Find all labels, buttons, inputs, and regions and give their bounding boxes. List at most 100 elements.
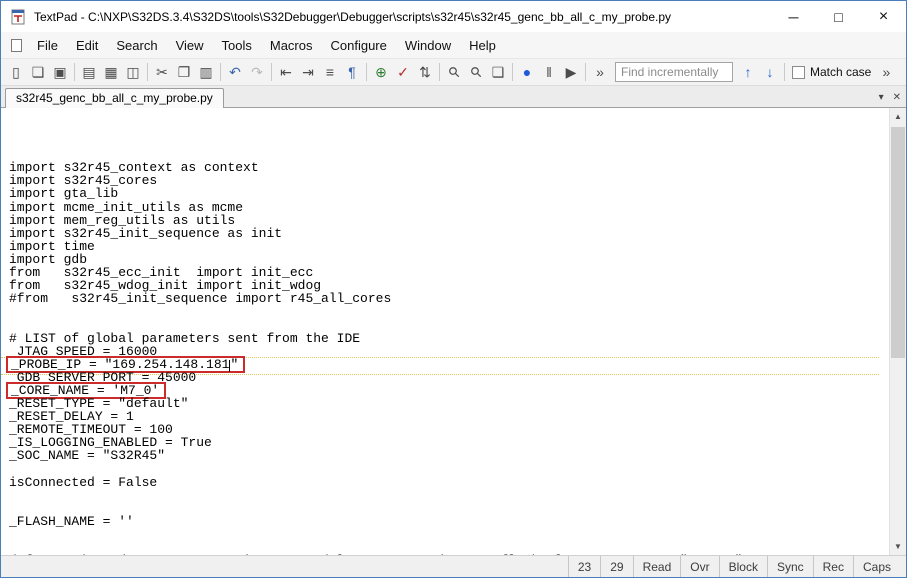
save-icon[interactable]: ▣ <box>49 61 71 83</box>
menu-item-macros[interactable]: Macros <box>261 34 322 57</box>
toolbar-separator <box>784 63 785 81</box>
match-case-checkbox[interactable] <box>792 65 805 79</box>
tab-bar-controls: ▾ ✕ <box>879 92 901 103</box>
toolbar-overflow-right-icon[interactable]: » <box>875 61 897 83</box>
scroll-up-icon[interactable]: ▲ <box>890 108 906 125</box>
paste-icon[interactable]: ▥ <box>195 61 217 83</box>
tab-list-dropdown-icon[interactable]: ▾ <box>879 92 884 103</box>
find-incrementally-input[interactable] <box>615 62 733 82</box>
toolbar-separator <box>512 63 513 81</box>
reformat-icon[interactable]: ≡ <box>319 61 341 83</box>
toolbar-separator <box>74 63 75 81</box>
spell-check-icon[interactable]: ✓ <box>392 61 414 83</box>
code-line: _RESET_TYPE = "default" <box>9 395 189 411</box>
menu-item-configure[interactable]: Configure <box>322 34 396 57</box>
match-case-label: Match case <box>810 65 872 79</box>
toolbar-separator <box>271 63 272 81</box>
record-macro-icon[interactable]: ● <box>516 61 538 83</box>
scroll-thumb[interactable] <box>891 127 905 359</box>
code-line: import s32r45_cores <box>9 173 158 189</box>
redo-icon[interactable]: ↷ <box>246 61 268 83</box>
code-line: # LIST of global parameters sent from th… <box>9 330 361 346</box>
title-bar[interactable]: TextPad - C:\NXP\S32DS.3.4\S32DS\tools\S… <box>1 1 906 32</box>
toolbar-separator <box>585 63 586 81</box>
scroll-down-icon[interactable]: ▼ <box>890 538 906 555</box>
window-controls: ─ □ × <box>771 1 906 32</box>
textpad-app-icon <box>10 9 26 25</box>
toolbar: ▯❏▣▤▦◫✂❐▥↶↷⇤⇥≡¶⊕✓⇅⚲⚲❏●‖▶»↑↓Match case» <box>1 58 906 86</box>
tab-s32r45-file[interactable]: s32r45_genc_bb_all_c_my_probe.py <box>5 88 224 108</box>
tab-close-icon[interactable]: ✕ <box>893 92 901 103</box>
menu-bar: File Edit Search View Tools Macros Configure Wi… <box>1 32 906 58</box>
play-macro-icon[interactable]: ▶ <box>560 61 582 83</box>
vertical-scrollbar[interactable]: ▲ ▼ <box>889 108 906 555</box>
maximize-button[interactable]: □ <box>816 1 861 32</box>
status-cell-sync[interactable]: Sync <box>766 556 813 577</box>
scroll-track[interactable] <box>890 125 906 538</box>
stop-macro-icon[interactable]: ‖ <box>538 61 560 83</box>
toolbar-separator <box>147 63 148 81</box>
textpad-window: TextPad - C:\NXP\S32DS.3.4\S32DS\tools\S… <box>0 0 907 578</box>
code-area[interactable]: import s32r45_context as context import s… <box>1 108 889 555</box>
open-file-icon[interactable]: ❏ <box>27 61 49 83</box>
editor-area: import s32r45_context as context import s… <box>1 108 906 555</box>
menu-item-search[interactable]: Search <box>107 34 166 57</box>
status-cell-29: 29 <box>600 556 632 577</box>
window-title: TextPad - C:\NXP\S32DS.3.4\S32DS\tools\S… <box>34 9 672 24</box>
code-line: _CORE_NAME = 'M7_0' <box>6 381 889 399</box>
tab-label: s32r45_genc_bb_all_c_my_probe.py <box>16 91 213 105</box>
code-line: _FLASH_NAME = '' <box>9 513 134 529</box>
search-down-icon[interactable]: ↓ <box>759 61 781 83</box>
new-document-icon[interactable]: ▯ <box>5 61 27 83</box>
copy-icon[interactable]: ❐ <box>173 61 195 83</box>
toolbar-separator <box>366 63 367 81</box>
show-paragraph-marks-icon[interactable]: ¶ <box>341 61 363 83</box>
menu-item-file[interactable]: File <box>28 34 67 57</box>
menu-item-window[interactable]: Window <box>396 34 460 57</box>
tab-bar: s32r45_genc_bb_all_c_my_probe.py ▾ ✕ <box>1 86 906 108</box>
code-line: import s32r45_init_sequence as init <box>9 225 283 241</box>
printer-icon[interactable]: ▦ <box>100 61 122 83</box>
close-button[interactable]: × <box>861 1 906 32</box>
cut-icon[interactable]: ✂ <box>151 61 173 83</box>
search-up-icon[interactable]: ↑ <box>737 61 759 83</box>
status-message-area <box>1 556 568 577</box>
code-line: import time <box>9 238 95 254</box>
menu-item-edit[interactable]: Edit <box>67 34 107 57</box>
code-line: _PROBE_IP = "169.254.148.181" <box>1 355 889 375</box>
document-system-menu-icon[interactable] <box>11 38 22 52</box>
code-line: _SOC_NAME = "S32R45" <box>9 448 166 464</box>
view-in-browser-icon[interactable]: ⊕ <box>370 61 392 83</box>
status-cell-rec[interactable]: Rec <box>812 556 853 577</box>
toolbar-overflow-icon[interactable]: » <box>589 61 611 83</box>
status-cell-caps[interactable]: Caps <box>852 556 900 577</box>
toolbar-separator <box>220 63 221 81</box>
menu-item-view[interactable]: View <box>167 34 213 57</box>
menu-item-tools[interactable]: Tools <box>213 34 261 57</box>
code-line: import mcme_init_utils as mcme <box>9 199 244 215</box>
code-line: import mem_reg_utils as utils <box>9 212 236 228</box>
print-preview-icon[interactable]: ◫ <box>122 61 144 83</box>
code-line: #from s32r45_init_sequence import r45_al… <box>9 291 392 307</box>
status-cell-read[interactable]: Read <box>632 556 681 577</box>
code-line: import gta_lib <box>9 186 119 202</box>
status-bar: 23 29 Read Ovr Block Sync Rec Caps <box>1 555 906 577</box>
indent-icon[interactable]: ⇥ <box>297 61 319 83</box>
minimize-button[interactable]: ─ <box>771 1 816 32</box>
status-cell-23: 23 <box>567 556 600 577</box>
code-line: isConnected = False <box>9 474 158 490</box>
status-cell-ovr[interactable]: Ovr <box>680 556 718 577</box>
undo-icon[interactable]: ↶ <box>224 61 246 83</box>
unindent-icon[interactable]: ⇤ <box>275 61 297 83</box>
status-cell-block[interactable]: Block <box>718 556 767 577</box>
sort-icon[interactable]: ⇅ <box>414 61 436 83</box>
menu-item-help[interactable]: Help <box>460 34 505 57</box>
print-icon[interactable]: ▤ <box>78 61 100 83</box>
code-line: def setup(speed, port, reset, ip, core, … <box>9 554 889 555</box>
